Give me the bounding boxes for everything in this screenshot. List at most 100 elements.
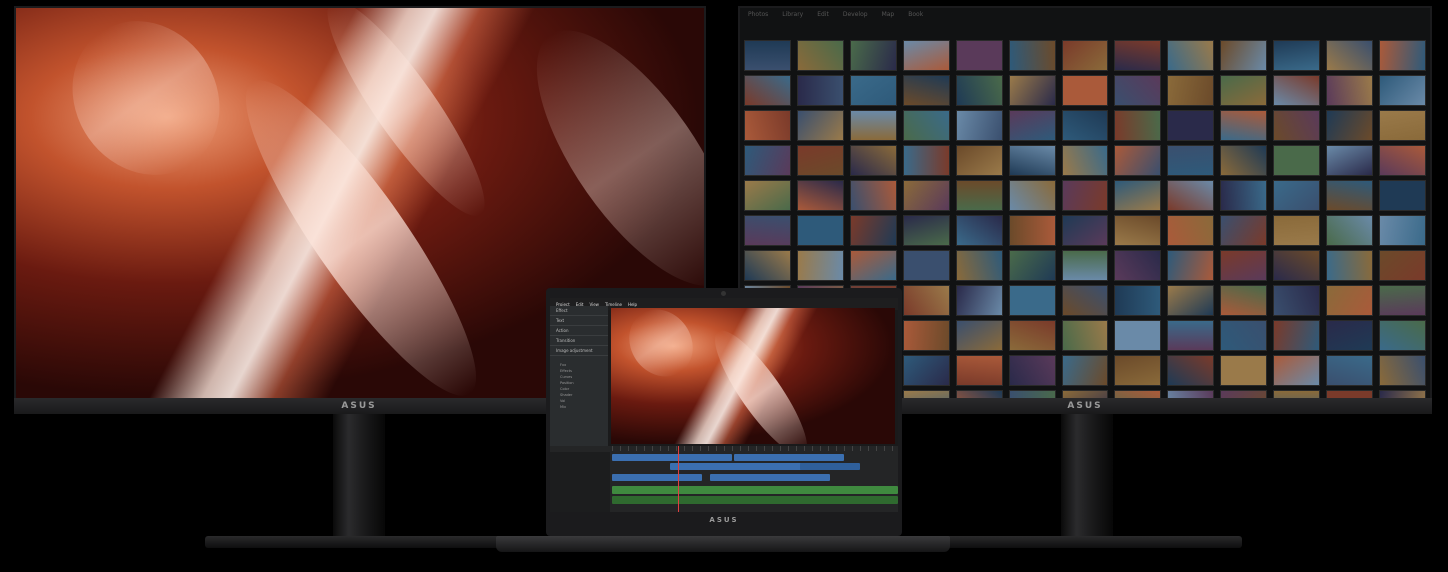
photo-thumbnail[interactable] [1379, 75, 1426, 106]
photo-thumbnail[interactable] [955, 180, 1003, 211]
photo-thumbnail[interactable] [1167, 320, 1215, 351]
photo-thumbnail[interactable] [796, 145, 844, 176]
photo-thumbnail[interactable] [1220, 215, 1268, 246]
photo-thumbnail[interactable] [1326, 390, 1374, 398]
photo-thumbnail[interactable] [744, 180, 791, 211]
photo-thumbnail[interactable] [902, 390, 950, 398]
photo-thumbnail[interactable] [1220, 250, 1268, 281]
panel-tab[interactable]: Action [550, 326, 608, 336]
laptop-menu-item[interactable]: Help [628, 302, 637, 307]
photo-thumbnail[interactable] [1273, 75, 1321, 106]
photo-thumbnail[interactable] [1167, 180, 1215, 211]
photo-thumbnail[interactable] [1167, 285, 1215, 316]
photo-thumbnail[interactable] [744, 40, 791, 71]
photo-thumbnail[interactable] [1273, 250, 1321, 281]
photo-thumbnail[interactable] [1326, 355, 1374, 386]
panel-list-item[interactable]: Mix [550, 404, 608, 410]
photo-thumbnail[interactable] [1008, 110, 1056, 141]
photo-thumbnail[interactable] [955, 285, 1003, 316]
photo-thumbnail[interactable] [796, 180, 844, 211]
gallery-menu-item[interactable]: Photos [748, 11, 768, 18]
photo-thumbnail[interactable] [1273, 320, 1321, 351]
photo-thumbnail[interactable] [1220, 145, 1268, 176]
photo-thumbnail[interactable] [796, 110, 844, 141]
photo-thumbnail[interactable] [955, 110, 1003, 141]
video-clip[interactable] [800, 463, 860, 470]
photo-thumbnail[interactable] [1008, 250, 1056, 281]
panel-tab[interactable]: Image adjustment [550, 346, 608, 356]
photo-thumbnail[interactable] [1379, 320, 1426, 351]
photo-thumbnail[interactable] [902, 285, 950, 316]
photo-thumbnail[interactable] [1008, 145, 1056, 176]
photo-thumbnail[interactable] [1114, 285, 1162, 316]
photo-thumbnail[interactable] [1220, 285, 1268, 316]
photo-thumbnail[interactable] [1114, 390, 1162, 398]
timeline[interactable] [550, 446, 898, 512]
photo-thumbnail[interactable] [1008, 180, 1056, 211]
photo-thumbnail[interactable] [955, 320, 1003, 351]
photo-thumbnail[interactable] [1326, 110, 1374, 141]
photo-thumbnail[interactable] [849, 110, 897, 141]
photo-thumbnail[interactable] [955, 355, 1003, 386]
photo-thumbnail[interactable] [744, 75, 791, 106]
photo-thumbnail[interactable] [1114, 320, 1162, 351]
photo-thumbnail[interactable] [902, 355, 950, 386]
gallery-menu-item[interactable]: Edit [817, 11, 829, 18]
photo-thumbnail[interactable] [1379, 250, 1426, 281]
photo-thumbnail[interactable] [1220, 40, 1268, 71]
photo-thumbnail[interactable] [1379, 355, 1426, 386]
photo-thumbnail[interactable] [1167, 145, 1215, 176]
photo-thumbnail[interactable] [1273, 145, 1321, 176]
photo-thumbnail[interactable] [902, 145, 950, 176]
photo-thumbnail[interactable] [1114, 40, 1162, 71]
photo-thumbnail[interactable] [1326, 180, 1374, 211]
photo-thumbnail[interactable] [1114, 215, 1162, 246]
video-clip[interactable] [734, 454, 844, 461]
photo-thumbnail[interactable] [1220, 390, 1268, 398]
photo-thumbnail[interactable] [1273, 110, 1321, 141]
photo-thumbnail[interactable] [1061, 215, 1109, 246]
photo-thumbnail[interactable] [1220, 355, 1268, 386]
photo-thumbnail[interactable] [1114, 250, 1162, 281]
photo-thumbnail[interactable] [1379, 145, 1426, 176]
photo-thumbnail[interactable] [1114, 180, 1162, 211]
photo-thumbnail[interactable] [1167, 75, 1215, 106]
photo-thumbnail[interactable] [902, 40, 950, 71]
photo-thumbnail[interactable] [955, 75, 1003, 106]
photo-thumbnail[interactable] [849, 250, 897, 281]
photo-thumbnail[interactable] [902, 250, 950, 281]
photo-thumbnail[interactable] [796, 40, 844, 71]
gallery-menu-item[interactable]: Library [782, 11, 803, 18]
photo-thumbnail[interactable] [955, 145, 1003, 176]
photo-thumbnail[interactable] [1061, 250, 1109, 281]
photo-thumbnail[interactable] [1061, 110, 1109, 141]
photo-thumbnail[interactable] [744, 145, 791, 176]
video-clip[interactable] [670, 463, 810, 470]
photo-thumbnail[interactable] [849, 75, 897, 106]
panel-tab[interactable]: Transition [550, 336, 608, 346]
photo-thumbnail[interactable] [849, 40, 897, 71]
photo-thumbnail[interactable] [1008, 40, 1056, 71]
photo-thumbnail[interactable] [1114, 75, 1162, 106]
photo-thumbnail[interactable] [1326, 285, 1374, 316]
photo-thumbnail[interactable] [1379, 215, 1426, 246]
audio-clip[interactable] [612, 486, 898, 494]
photo-thumbnail[interactable] [1061, 145, 1109, 176]
photo-thumbnail[interactable] [1061, 40, 1109, 71]
photo-thumbnail[interactable] [1167, 355, 1215, 386]
video-clip[interactable] [612, 454, 732, 461]
photo-thumbnail[interactable] [849, 215, 897, 246]
photo-thumbnail[interactable] [1326, 75, 1374, 106]
photo-thumbnail[interactable] [1008, 75, 1056, 106]
photo-thumbnail[interactable] [1326, 320, 1374, 351]
photo-thumbnail[interactable] [1114, 145, 1162, 176]
photo-thumbnail[interactable] [1167, 40, 1215, 71]
photo-thumbnail[interactable] [1379, 110, 1426, 141]
photo-thumbnail[interactable] [796, 215, 844, 246]
photo-thumbnail[interactable] [1379, 180, 1426, 211]
photo-thumbnail[interactable] [1326, 145, 1374, 176]
photo-thumbnail[interactable] [744, 215, 791, 246]
photo-thumbnail[interactable] [1220, 110, 1268, 141]
photo-thumbnail[interactable] [1061, 320, 1109, 351]
photo-thumbnail[interactable] [1273, 285, 1321, 316]
